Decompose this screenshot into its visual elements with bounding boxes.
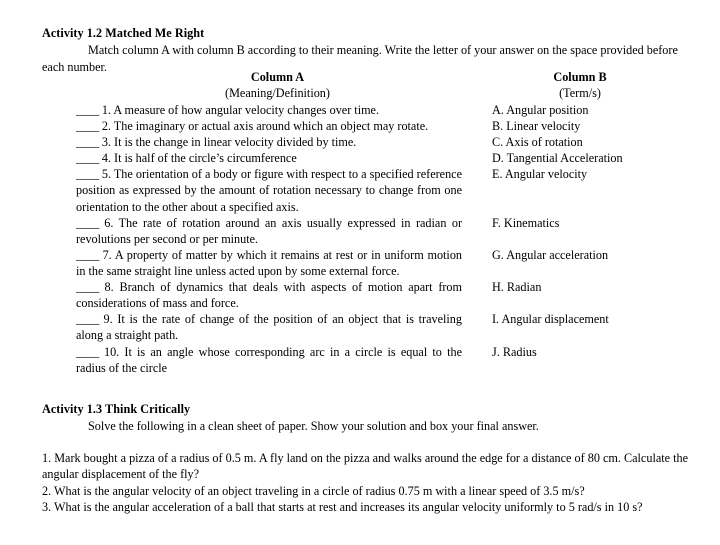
activity-1-3-instruction: Solve the following in a clean sheet of … [88, 419, 539, 433]
column-a-title: Column A [250, 70, 305, 84]
answer-blank[interactable]: ____ [76, 119, 99, 133]
column-a-item[interactable]: ____ 7. A property of matter by which it… [76, 247, 462, 279]
item-number: 4. [98, 151, 115, 166]
column-a-item[interactable]: ____ 10. It is an angle whose correspond… [76, 344, 462, 376]
item-definition: It is an angle whose corresponding arc i… [76, 344, 462, 375]
column-a-item[interactable]: ____ 3. It is the change in linear veloc… [76, 134, 462, 150]
worksheet-page: Activity 1.2 Matched Me Right Match colu… [0, 0, 720, 545]
column-b-heading: Column B (Term/s) [500, 70, 660, 101]
column-a-item[interactable]: ____ 1. A measure of how angular velocit… [76, 102, 462, 118]
item-number: 7. [98, 247, 115, 262]
item-number: 6. [98, 215, 119, 230]
column-b-term[interactable]: A. Angular position [492, 102, 702, 118]
column-b-title: Column B [553, 70, 607, 84]
item-number: 8. [98, 280, 120, 295]
answer-blank[interactable]: ____ [76, 216, 99, 230]
answer-blank[interactable]: ____ [76, 345, 99, 359]
item-definition: A property of matter by which it remains… [76, 247, 463, 278]
item-number: 3. [98, 135, 115, 150]
column-b-term[interactable]: H. Radian [492, 279, 702, 295]
answer-blank[interactable]: ____ [76, 135, 99, 149]
item-definition: It is half of the circle’s circumference [114, 151, 297, 166]
column-b-subtitle: (Term/s) [559, 85, 601, 100]
column-a-subtitle: (Meaning/Definition) [225, 85, 330, 100]
column-a-item[interactable]: ____ 2. The imaginary or actual axis aro… [76, 118, 462, 134]
item-definition: It is the rate of change of the position… [76, 312, 462, 343]
column-a-item[interactable]: ____ 4. It is half of the circle’s circu… [76, 150, 462, 166]
question-item: 1. Mark bought a pizza of a radius of 0.… [42, 451, 688, 482]
item-definition: The orientation of a body or figure with… [76, 167, 462, 214]
column-b-term[interactable]: J. Radius [492, 344, 702, 360]
item-number: 9. [98, 312, 118, 327]
answer-blank[interactable]: ____ [76, 280, 99, 294]
column-a-item[interactable]: ____ 5. The orientation of a body or fig… [76, 166, 462, 214]
column-b-term[interactable]: E. Angular velocity [492, 166, 702, 182]
column-b-term[interactable]: B. Linear velocity [492, 118, 702, 134]
answer-blank[interactable]: ____ [76, 151, 99, 165]
item-definition: The imaginary or actual axis around whic… [113, 119, 429, 134]
answer-blank[interactable]: ____ [76, 312, 99, 326]
item-number: 1. [98, 103, 114, 117]
item-number: 10. [98, 344, 125, 359]
item-definition: It is the change in linear velocity divi… [114, 135, 357, 150]
matching-columns: Column A (Meaning/Definition) Column B (… [0, 70, 720, 376]
activity-1-3-questions: 1. Mark bought a pizza of a radius of 0.… [42, 450, 688, 516]
item-definition: The rate of rotation around an axis usua… [76, 215, 463, 246]
answer-blank[interactable]: ____ [76, 248, 99, 262]
column-a-heading: Column A (Meaning/Definition) [190, 70, 365, 101]
item-definition: A measure of how angular velocity change… [113, 103, 380, 117]
item-number: 5. [98, 167, 114, 182]
answer-blank[interactable]: ____ [76, 167, 99, 181]
matching-rows: ____ 1. A measure of how angular velocit… [0, 102, 720, 376]
activity-1-3-title: Activity 1.3 Think Critically [42, 402, 191, 416]
question-item: 3. What is the angular acceleration of a… [42, 500, 643, 515]
item-number: 2. [98, 119, 114, 134]
question-item: 2. What is the angular velocity of an ob… [42, 483, 585, 498]
item-definition: Branch of dynamics that deals with aspec… [76, 280, 463, 311]
column-a-item[interactable]: ____ 6. The rate of rotation around an a… [76, 215, 462, 247]
column-b-term[interactable]: F. Kinematics [492, 215, 702, 231]
column-a-item[interactable]: ____ 8. Branch of dynamics that deals wi… [76, 279, 462, 311]
column-b-term[interactable]: C. Axis of rotation [492, 134, 702, 150]
column-b-term[interactable]: D. Tangential Acceleration [492, 150, 702, 166]
column-headings: Column A (Meaning/Definition) Column B (… [0, 70, 720, 102]
column-a-item[interactable]: ____ 9. It is the rate of change of the … [76, 311, 462, 343]
activity-1-2-title: Activity 1.2 Matched Me Right [42, 26, 205, 40]
column-b-term[interactable]: G. Angular acceleration [492, 247, 702, 263]
column-b-term[interactable]: I. Angular displacement [492, 311, 702, 327]
answer-blank[interactable]: ____ [76, 103, 99, 117]
